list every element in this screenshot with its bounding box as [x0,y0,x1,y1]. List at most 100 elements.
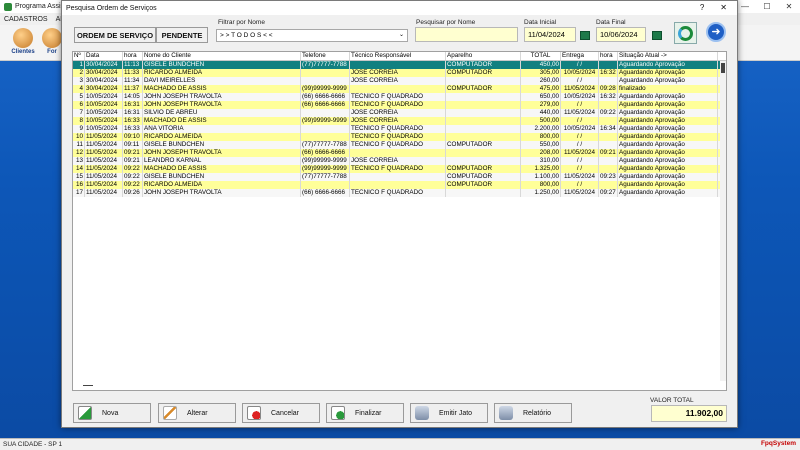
clientes-tool-button[interactable]: Clientes [6,27,40,59]
nova-label: Nova [102,409,119,417]
table-cell: TECNICO F QUADRADO [350,93,446,101]
col-header[interactable]: TOTAL [521,52,561,60]
date-start-input[interactable]: 11/04/2024 [524,27,576,42]
ordem-servico-button[interactable]: ORDEM DE SERVIÇO [74,27,156,43]
chevron-down-icon[interactable]: ⌄ [399,30,404,41]
status-city: SUA CIDADE - SP 1 [3,441,63,448]
cancelar-button[interactable]: Cancelar [242,403,320,423]
col-header[interactable]: hora [123,52,143,60]
table-cell [446,125,521,133]
nova-button[interactable]: Nova [73,403,151,423]
table-row[interactable]: 13 11/05/2024 09:21 LEANDRO KARNAL (99)99999… [73,157,726,165]
table-row[interactable]: 3 30/04/2024 11:34 DAVI MEIRELLES JOSE CORRE… [73,77,726,85]
col-header[interactable]: Nº [73,52,85,60]
table-row[interactable]: 1 30/04/2024 11:13 GISELE BUNDCHEN (77)77777… [73,61,726,69]
vertical-scrollbar[interactable] [720,61,726,381]
grid-rows: 1 30/04/2024 11:13 GISELE BUNDCHEN (77)77777… [73,61,726,197]
calendar-end-icon[interactable] [652,31,662,40]
table-cell: 475,00 [521,85,561,93]
table-cell: 11/05/2024 [561,109,599,117]
table-cell [599,77,618,85]
close-icon[interactable]: ✕ [778,0,800,13]
table-row[interactable]: 5 10/05/2024 14:05 JOHN JOSEPH TRAVOLTA (66)… [73,93,726,101]
col-header[interactable]: Telefone [301,52,350,60]
dialog-title: Pesquisa Ordem de Serviços [66,4,157,12]
search-input[interactable] [415,27,518,42]
table-row[interactable]: 11 11/05/2024 09:11 GISELE BUNDCHEN (77)7777… [73,141,726,149]
table-cell [599,61,618,69]
table-cell: 11:33 [123,69,143,77]
help-icon[interactable]: ? [700,1,704,15]
table-row[interactable]: 2 30/04/2024 11:33 RICARDO ALMEIDA JOSE CORR… [73,69,726,77]
emitir-jato-button[interactable]: Emitir Jato [410,403,488,423]
for-tool-button[interactable]: For [42,27,62,59]
table-row[interactable]: 10 11/05/2024 09:10 RICARDO ALMEIDA TECNICO … [73,133,726,141]
pendente-button[interactable]: PENDENTE [156,27,208,43]
alterar-button[interactable]: Alterar [158,403,236,423]
date-end-input[interactable]: 10/06/2024 [596,27,646,42]
search-label: Pesquisar por Nome [416,19,476,26]
maximize-icon[interactable]: ☐ [756,0,778,13]
table-row[interactable]: 15 11/05/2024 09:22 GISELE BUNDCHEN (77)7777… [73,173,726,181]
table-cell: 12 [73,149,85,157]
table-cell: / / [561,157,599,165]
table-cell: 305,00 [521,69,561,77]
table-row[interactable]: 7 10/05/2024 16:31 SILVIO DE ABREU JOSE CORR… [73,109,726,117]
relatorio-button[interactable]: Relatório [494,403,572,423]
table-cell: 09:10 [123,133,143,141]
table-row[interactable]: 17 11/05/2024 09:26 JOHN JOSEPH TRAVOLTA (66… [73,189,726,197]
status-brand: FpqSystem [760,440,796,447]
calendar-start-icon[interactable] [580,31,590,40]
table-cell [301,125,350,133]
table-cell: Aguardando Aprovação [618,117,718,125]
scrollbar-thumb[interactable] [721,63,725,73]
table-cell: 8 [73,117,85,125]
table-cell: 10/05/2024 [85,117,123,125]
table-cell: 450,00 [521,61,561,69]
table-row[interactable]: 4 30/04/2024 11:37 MACHADO DE ASSIS (99)9999… [73,85,726,93]
table-cell: RICARDO ALMEIDA [143,69,301,77]
table-cell [446,133,521,141]
table-cell: 1.325,00 [521,165,561,173]
table-cell: 2 [73,69,85,77]
table-cell [301,109,350,117]
col-header[interactable]: hora [599,52,618,60]
table-row[interactable]: 16 11/05/2024 09:22 RICARDO ALMEIDA COMPUTAD… [73,181,726,189]
clients-icon [13,28,33,48]
dialog-close-icon[interactable]: ✕ [720,1,727,15]
table-row[interactable]: 9 10/05/2024 16:33 ANA VITÓRIA TECNICO F QUA… [73,125,726,133]
table-cell: 800,00 [521,181,561,189]
refresh-button[interactable] [674,22,697,44]
table-cell: GISELE BUNDCHEN [143,141,301,149]
date-start-label: Data Inicial [524,19,557,26]
dialog-titlebar: Pesquisa Ordem de Serviços ? ✕ [62,1,737,15]
table-row[interactable]: 6 10/05/2024 16:31 JOHN JOSEPH TRAVOLTA (66)… [73,101,726,109]
table-cell [446,189,521,197]
table-cell: Aguardando Aprovação [618,165,718,173]
app-window-controls: — ☐ ✕ [734,0,800,13]
table-cell: LEANDRO KARNAL [143,157,301,165]
filter-combo[interactable]: > > T O D O S < < ⌄ [216,29,408,42]
col-header[interactable]: Nome do Cliente [143,52,301,60]
orders-grid[interactable]: Nº Data hora Nome do Cliente Telefone Té… [72,51,727,391]
col-header[interactable]: Situação Atual -> [618,52,718,60]
table-row[interactable]: 8 10/05/2024 16:33 MACHADO DE ASSIS (99)9999… [73,117,726,125]
table-cell: 11:34 [123,77,143,85]
col-header[interactable]: Técnico Responsável [350,52,446,60]
app-title: Programa Assis [15,3,65,10]
go-arrow-button[interactable]: ➜ [706,22,726,42]
col-header[interactable]: Entrega [561,52,599,60]
col-header[interactable]: Aparelho [446,52,521,60]
table-cell: 09:26 [123,189,143,197]
table-cell: 15 [73,173,85,181]
table-cell: JOHN JOSEPH TRAVOLTA [143,149,301,157]
finalizar-button[interactable]: Finalizar [326,403,404,423]
table-row[interactable]: 12 11/05/2024 09:21 JOHN JOSEPH TRAVOLTA (66… [73,149,726,157]
table-row[interactable]: 14 11/05/2024 09:22 MACHADO DE ASSIS (99)999… [73,165,726,173]
table-cell: 16:34 [599,125,618,133]
menu-cadastros[interactable]: CADASTROS [4,16,48,23]
col-header[interactable]: Data [85,52,123,60]
finish-check-icon [331,406,345,420]
table-cell: 30/04/2024 [85,77,123,85]
table-cell: GISELE BUNDCHEN [143,173,301,181]
